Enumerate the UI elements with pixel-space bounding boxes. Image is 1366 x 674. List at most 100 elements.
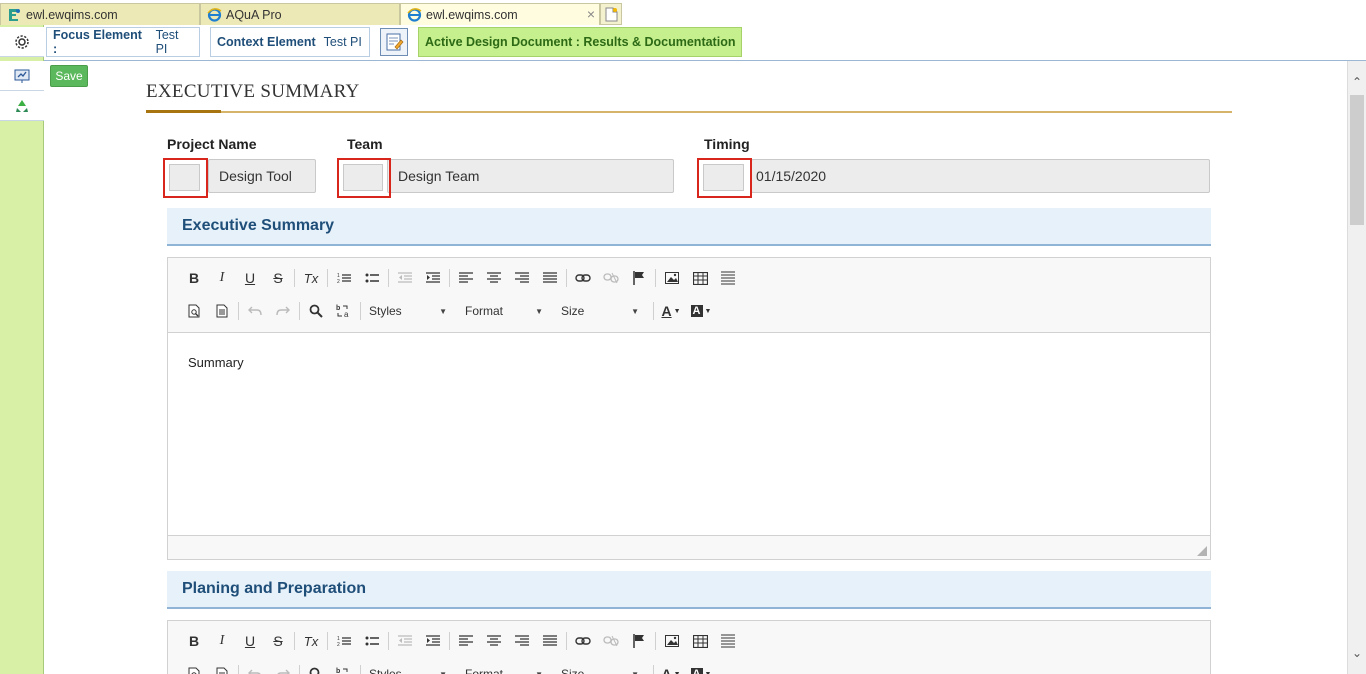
scroll-up-icon[interactable]: ⌃ bbox=[1348, 73, 1366, 91]
bold-button[interactable]: B bbox=[180, 266, 208, 290]
clear-format-button[interactable]: Tx bbox=[297, 629, 325, 653]
svg-text:b: b bbox=[336, 668, 340, 674]
team-field[interactable]: Design Team bbox=[387, 159, 674, 193]
format-dropdown[interactable]: Format ▼ bbox=[459, 300, 549, 322]
scroll-down-icon[interactable]: ⌄ bbox=[1348, 644, 1366, 662]
context-element-chip[interactable]: Context Element Test PI bbox=[210, 27, 370, 57]
justify-button[interactable] bbox=[536, 266, 564, 290]
strikethrough-button[interactable]: S bbox=[264, 266, 292, 290]
table-button[interactable] bbox=[686, 629, 714, 653]
strikethrough-button[interactable]: S bbox=[264, 629, 292, 653]
browser-tab-ewl-1[interactable]: ewl.ewqims.com bbox=[0, 3, 200, 25]
indent-button[interactable] bbox=[419, 629, 447, 653]
timing-highlight-box[interactable] bbox=[697, 158, 752, 198]
bold-button[interactable]: B bbox=[180, 629, 208, 653]
italic-button[interactable]: I bbox=[208, 629, 236, 653]
unlink-button[interactable] bbox=[597, 629, 625, 653]
project-name-highlight-box[interactable] bbox=[163, 158, 208, 198]
planning-editor: B I U S Tx 12 b Styles ▼ Format ▼ Size ▼… bbox=[167, 620, 1211, 674]
outdent-button[interactable] bbox=[391, 629, 419, 653]
italic-button[interactable]: I bbox=[208, 266, 236, 290]
format-dropdown[interactable]: Format ▼ bbox=[459, 663, 549, 674]
save-button[interactable]: Save bbox=[50, 65, 88, 87]
background-color-button[interactable]: A ▼ bbox=[686, 662, 716, 674]
focus-element-chip[interactable]: Focus Element : Test PI bbox=[46, 27, 200, 57]
align-right-icon bbox=[515, 272, 529, 283]
presentation-button[interactable] bbox=[0, 61, 44, 91]
align-center-button[interactable] bbox=[480, 266, 508, 290]
preview-button[interactable] bbox=[180, 299, 208, 323]
size-dropdown[interactable]: Size ▼ bbox=[555, 663, 645, 674]
new-tab-button[interactable] bbox=[600, 3, 622, 25]
underline-button[interactable]: U bbox=[236, 629, 264, 653]
refresh-button[interactable] bbox=[0, 91, 44, 121]
undo-button[interactable] bbox=[241, 299, 269, 323]
design-document-button[interactable] bbox=[380, 28, 408, 56]
project-name-label: Project Name bbox=[167, 136, 257, 152]
undo-button[interactable] bbox=[241, 662, 269, 674]
numbered-list-button[interactable]: 12 bbox=[330, 629, 358, 653]
timing-field[interactable]: 01/15/2020 bbox=[751, 159, 1210, 193]
image-button[interactable] bbox=[658, 629, 686, 653]
replace-button[interactable]: ba bbox=[330, 662, 358, 674]
align-right-icon bbox=[515, 635, 529, 646]
justify-button[interactable] bbox=[536, 629, 564, 653]
bullet-list-button[interactable] bbox=[358, 629, 386, 653]
image-button[interactable] bbox=[658, 266, 686, 290]
templates-button[interactable] bbox=[208, 662, 236, 674]
table-button[interactable] bbox=[686, 266, 714, 290]
find-button[interactable] bbox=[302, 662, 330, 674]
styles-dropdown[interactable]: Styles ▼ bbox=[363, 300, 453, 322]
redo-button[interactable] bbox=[269, 299, 297, 323]
underline-button[interactable]: U bbox=[236, 266, 264, 290]
align-left-button[interactable] bbox=[452, 629, 480, 653]
preview-button[interactable] bbox=[180, 662, 208, 674]
horizontal-line-button[interactable] bbox=[714, 629, 742, 653]
styles-dropdown[interactable]: Styles ▼ bbox=[363, 663, 453, 674]
resize-handle-icon[interactable] bbox=[1197, 546, 1207, 556]
align-right-button[interactable] bbox=[508, 629, 536, 653]
vertical-scrollbar[interactable]: ⌃ ⌄ bbox=[1347, 61, 1366, 674]
bullet-list-icon bbox=[365, 273, 379, 283]
focus-element-label: Focus Element : bbox=[53, 28, 142, 56]
editor-content[interactable]: Summary bbox=[168, 333, 1210, 392]
templates-button[interactable] bbox=[208, 299, 236, 323]
bullet-list-button[interactable] bbox=[358, 266, 386, 290]
clear-format-button[interactable]: Tx bbox=[297, 266, 325, 290]
close-tab-icon[interactable]: × bbox=[587, 6, 595, 22]
text-color-button[interactable]: A ▼ bbox=[656, 662, 686, 674]
numbered-list-button[interactable]: 12 bbox=[330, 266, 358, 290]
link-button[interactable] bbox=[569, 629, 597, 653]
scrollbar-thumb[interactable] bbox=[1350, 95, 1364, 225]
editor-statusbar bbox=[168, 535, 1210, 559]
team-highlight-box[interactable] bbox=[337, 158, 391, 198]
toolbar-separator bbox=[449, 632, 450, 650]
redo-button[interactable] bbox=[269, 662, 297, 674]
replace-button[interactable]: ba bbox=[330, 299, 358, 323]
settings-button[interactable] bbox=[0, 27, 44, 57]
outdent-button[interactable] bbox=[391, 266, 419, 290]
size-dropdown[interactable]: Size ▼ bbox=[555, 300, 645, 322]
link-button[interactable] bbox=[569, 266, 597, 290]
outdent-icon bbox=[398, 272, 412, 283]
browser-tab-ewl-active[interactable]: ewl.ewqims.com × bbox=[400, 3, 600, 25]
align-left-button[interactable] bbox=[452, 266, 480, 290]
find-button[interactable] bbox=[302, 299, 330, 323]
indent-button[interactable] bbox=[419, 266, 447, 290]
browser-tab-aqua-pro[interactable]: AQuA Pro bbox=[200, 3, 400, 25]
align-center-button[interactable] bbox=[480, 629, 508, 653]
anchor-button[interactable] bbox=[625, 629, 653, 653]
text-color-button[interactable]: A ▼ bbox=[656, 299, 686, 323]
horizontal-line-icon bbox=[721, 634, 735, 648]
unlink-button[interactable] bbox=[597, 266, 625, 290]
horizontal-line-button[interactable] bbox=[714, 266, 742, 290]
toolbar-separator bbox=[299, 665, 300, 674]
align-right-button[interactable] bbox=[508, 266, 536, 290]
context-element-label: Context Element bbox=[217, 35, 316, 49]
bullet-list-icon bbox=[365, 636, 379, 646]
background-color-button[interactable]: A ▼ bbox=[686, 299, 716, 323]
anchor-button[interactable] bbox=[625, 266, 653, 290]
project-name-field[interactable]: Design Tool bbox=[208, 159, 316, 193]
horizontal-line-icon bbox=[721, 271, 735, 285]
svg-text:2: 2 bbox=[337, 642, 340, 647]
